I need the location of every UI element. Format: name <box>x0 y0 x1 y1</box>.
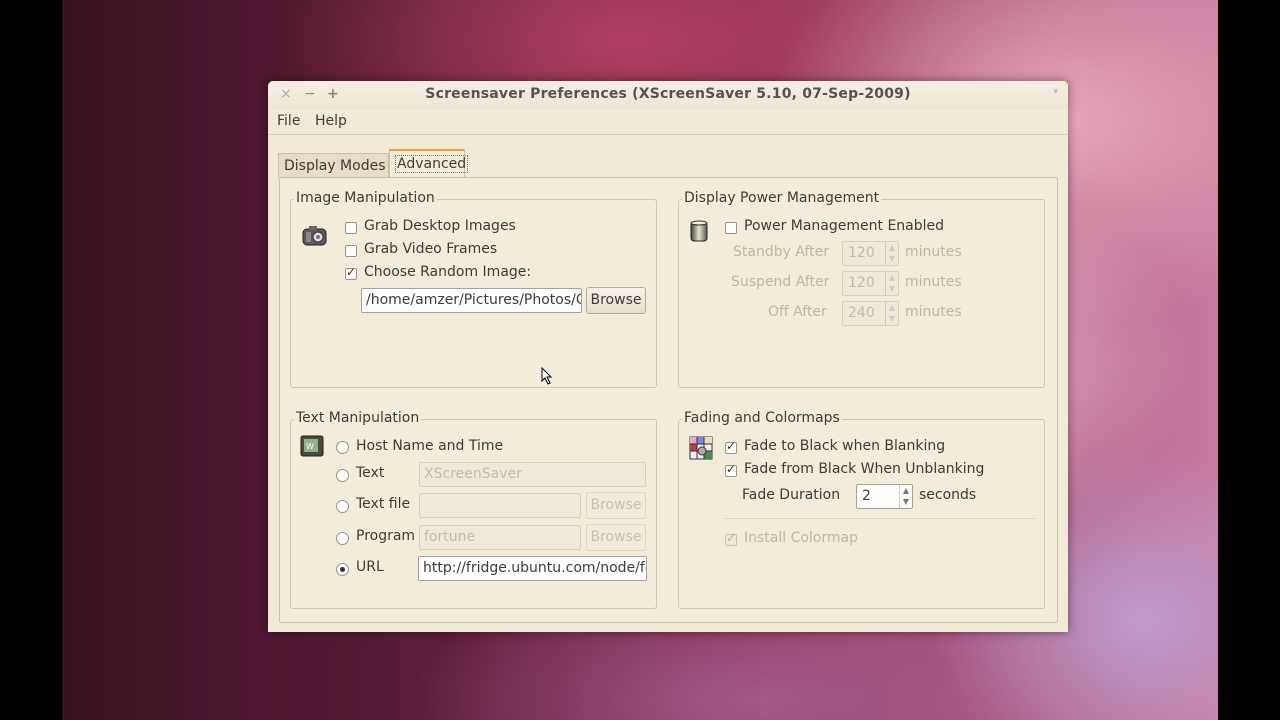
text-display-icon: W <box>300 435 324 457</box>
colormap-icon <box>689 436 713 460</box>
text-manipulation-title: Text Manipulation <box>294 410 422 426</box>
grab-desktop-images-checkbox[interactable] <box>345 222 357 234</box>
separator <box>725 518 1035 519</box>
text-manipulation-frame: W Text Manipulation Host Name and Time T… <box>290 410 657 609</box>
menu-bar: File Help <box>268 109 1068 135</box>
tab-advanced[interactable]: Advanced <box>389 149 469 178</box>
choose-random-image-checkbox[interactable] <box>345 265 357 280</box>
power-battery-icon <box>690 220 708 242</box>
suspend-unit-label: minutes <box>905 274 962 290</box>
choose-random-image-label[interactable]: Choose Random Image: <box>364 264 531 280</box>
spinner-arrows-icon[interactable]: ▲ ▼ <box>899 485 912 508</box>
standby-after-spinner[interactable]: 120 ▲ ▼ <box>842 241 899 266</box>
screensaver-preferences-window: × − + Screensaver Preferences (XScreenSa… <box>268 81 1068 632</box>
display-power-management-frame: Display Power Management Power Managemen… <box>678 190 1045 388</box>
url-radio[interactable] <box>336 563 349 576</box>
display-power-management-title: Display Power Management <box>682 190 882 206</box>
program-label[interactable]: Program <box>356 528 415 544</box>
power-management-enabled-label[interactable]: Power Management Enabled <box>744 218 944 234</box>
fade-duration-unit: seconds <box>919 487 977 503</box>
tab-advanced-label: Advanced <box>395 155 469 173</box>
host-name-time-radio[interactable] <box>336 441 349 454</box>
title-bar[interactable]: × − + Screensaver Preferences (XScreenSa… <box>268 81 1068 109</box>
off-unit-label: minutes <box>905 304 962 320</box>
text-file-radio[interactable] <box>336 500 349 513</box>
fade-duration-label: Fade Duration <box>742 487 841 503</box>
text-file-input[interactable] <box>419 493 581 518</box>
fade-from-black-label[interactable]: Fade from Black When Unblanking <box>744 461 984 477</box>
suspend-after-spinner[interactable]: 120 ▲ ▼ <box>842 271 899 296</box>
menu-file[interactable]: File <box>277 113 300 129</box>
install-colormap-label[interactable]: Install Colormap <box>744 530 858 546</box>
fade-to-black-checkbox[interactable] <box>725 439 737 454</box>
off-after-spinner[interactable]: 240 ▲ ▼ <box>842 301 899 326</box>
standby-after-label: Standby After <box>733 244 829 260</box>
install-colormap-checkbox[interactable] <box>725 531 737 546</box>
url-label[interactable]: URL <box>356 559 384 575</box>
program-input[interactable]: fortune <box>419 525 581 550</box>
program-browse-button[interactable]: Browse <box>586 524 646 551</box>
suspend-after-value: 120 <box>848 275 875 291</box>
advanced-tab-panel: Image Manipulation Grab Desktop Images G… <box>279 177 1058 623</box>
url-input[interactable]: http://fridge.ubuntu.com/node/fee <box>418 556 647 581</box>
menu-help[interactable]: Help <box>315 113 347 129</box>
image-directory-input[interactable]: /home/amzer/Pictures/Photos/Ol <box>361 288 582 313</box>
standby-unit-label: minutes <box>905 244 962 260</box>
spinner-arrows-icon[interactable]: ▲ ▼ <box>885 272 898 295</box>
grab-desktop-images-label[interactable]: Grab Desktop Images <box>364 218 516 234</box>
text-radio[interactable] <box>336 469 349 482</box>
image-browse-button[interactable]: Browse <box>586 287 646 314</box>
fade-to-black-label[interactable]: Fade to Black when Blanking <box>744 438 945 454</box>
tab-display-modes-label: Display Modes <box>284 158 386 174</box>
power-management-enabled-checkbox[interactable] <box>725 222 737 234</box>
fade-duration-spinner[interactable]: 2 ▲ ▼ <box>856 484 913 509</box>
spinner-arrows-icon[interactable]: ▲ ▼ <box>885 242 898 265</box>
tab-display-modes[interactable]: Display Modes <box>278 153 389 178</box>
suspend-after-label: Suspend After <box>731 274 830 290</box>
program-radio[interactable] <box>336 532 349 545</box>
image-manipulation-frame: Image Manipulation Grab Desktop Images G… <box>290 190 657 388</box>
text-input[interactable]: XScreenSaver <box>419 462 646 487</box>
fading-colormaps-title: Fading and Colormaps <box>682 410 842 426</box>
text-label[interactable]: Text <box>356 465 384 481</box>
svg-text:W: W <box>306 442 314 451</box>
fading-colormaps-frame: Fading and Colormaps Fade to Black when … <box>678 410 1045 609</box>
fade-from-black-checkbox[interactable] <box>725 462 737 477</box>
text-file-browse-button[interactable]: Browse <box>586 492 646 519</box>
image-manipulation-title: Image Manipulation <box>294 190 437 206</box>
window-menu-icon[interactable]: ▾ <box>1053 87 1058 97</box>
text-file-label[interactable]: Text file <box>356 496 410 512</box>
spinner-arrows-icon[interactable]: ▲ ▼ <box>885 302 898 325</box>
window-title: Screensaver Preferences (XScreenSaver 5.… <box>425 86 911 102</box>
mouse-pointer-icon <box>541 367 553 385</box>
standby-after-value: 120 <box>848 245 875 261</box>
grab-video-frames-checkbox[interactable] <box>345 245 357 257</box>
camera-icon <box>302 226 327 246</box>
off-after-label: Off After <box>768 304 827 320</box>
off-after-value: 240 <box>848 305 875 321</box>
grab-video-frames-label[interactable]: Grab Video Frames <box>364 241 497 257</box>
host-name-time-label[interactable]: Host Name and Time <box>356 438 503 454</box>
fade-duration-value: 2 <box>862 488 871 504</box>
